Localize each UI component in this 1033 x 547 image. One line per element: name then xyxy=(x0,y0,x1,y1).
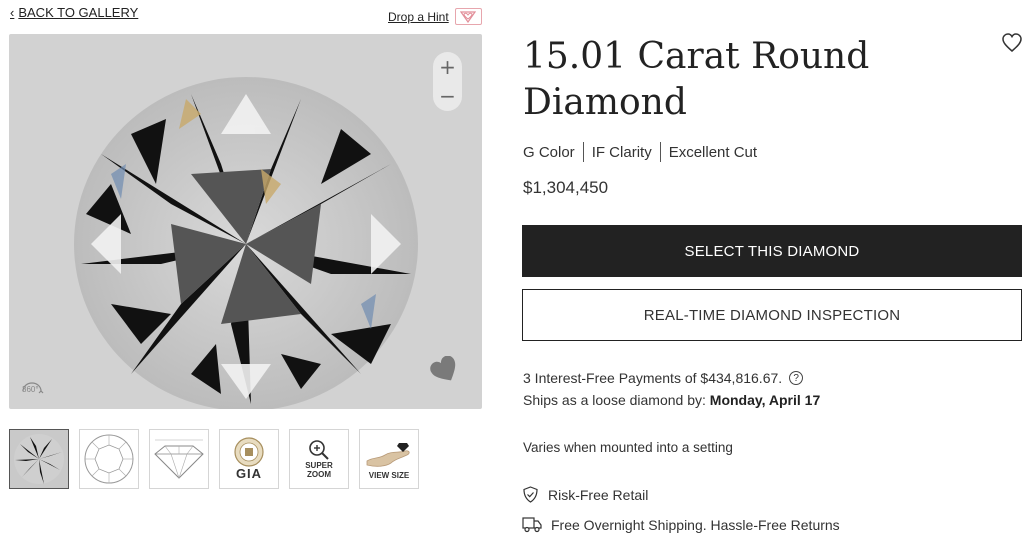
ship-date-value: Monday, April 17 xyxy=(709,392,821,408)
setting-note: Varies when mounted into a setting xyxy=(523,440,733,455)
zoom-in-button[interactable]: + xyxy=(439,57,456,77)
thumbnail-gia-certificate[interactable]: GIA xyxy=(219,429,279,489)
spec-color: G Color xyxy=(523,143,575,161)
feature-free-shipping-label: Free Overnight Shipping. Hassle-Free Ret… xyxy=(551,516,840,533)
feature-risk-free-label: Risk-Free Retail xyxy=(548,486,649,503)
zoom-control: + − xyxy=(433,52,462,111)
spec-divider xyxy=(582,142,584,162)
gia-label: GIA xyxy=(235,466,263,481)
thumbnail-view-size[interactable]: VIEW SIZE xyxy=(359,429,419,489)
thumbnail-super-zoom[interactable]: SUPER ZOOM xyxy=(289,429,349,489)
thumbnail-diamond-photo[interactable] xyxy=(9,429,69,489)
shield-check-icon xyxy=(523,486,538,503)
payment-plan: 3 Interest-Free Payments of $434,816.67.… xyxy=(523,370,804,386)
back-to-gallery-label: BACK TO GALLERY xyxy=(18,5,139,20)
ship-date: Ships as a loose diamond by: Monday, Apr… xyxy=(523,392,820,408)
zoom-magnifier-icon xyxy=(309,440,329,460)
feature-risk-free: Risk-Free Retail xyxy=(522,486,648,503)
product-price: $1,304,450 xyxy=(523,178,609,197)
payment-plan-text: 3 Interest-Free Payments of $434,816.67. xyxy=(523,370,783,386)
drop-a-hint-link[interactable]: Drop a Hint xyxy=(388,8,482,25)
rotate-360-icon[interactable]: 360° xyxy=(19,377,45,401)
thumbnail-top-diagram[interactable] xyxy=(79,429,139,489)
super-zoom-line2: ZOOM xyxy=(307,470,331,479)
diamond-image xyxy=(74,77,418,409)
svg-text:360°: 360° xyxy=(22,385,39,394)
ship-date-prefix: Ships as a loose diamond by: xyxy=(523,392,706,408)
feature-free-shipping: Free Overnight Shipping. Hassle-Free Ret… xyxy=(522,516,840,533)
super-zoom-line1: SUPER xyxy=(305,461,333,470)
diamond-thumbnail-icon xyxy=(14,434,64,484)
diamond-specs: G Color IF Clarity Excellent Cut xyxy=(523,142,757,162)
spec-divider xyxy=(659,142,661,162)
drop-a-hint-label: Drop a Hint xyxy=(388,9,449,24)
heart-icon[interactable] xyxy=(430,356,460,384)
help-question-icon[interactable]: ? xyxy=(789,371,804,385)
thumbnail-strip: GIA SUPER ZOOM VIEW SIZE xyxy=(9,429,419,489)
select-diamond-button[interactable]: SELECT THIS DIAMOND xyxy=(522,225,1022,277)
truck-icon xyxy=(522,517,542,533)
heart-hint-icon xyxy=(454,8,482,25)
diamond-profile-icon xyxy=(154,439,204,479)
product-title: 15.01 Carat Round Diamond xyxy=(523,36,870,123)
zoom-out-button[interactable]: − xyxy=(439,86,456,106)
hand-diamond-icon xyxy=(366,442,410,467)
spec-clarity: IF Clarity xyxy=(591,143,652,161)
back-to-gallery-link[interactable]: ‹ BACK TO GALLERY xyxy=(10,5,138,20)
wishlist-heart-icon[interactable] xyxy=(1001,33,1023,53)
chevron-left-icon: ‹ xyxy=(10,5,15,20)
view-size-label: VIEW SIZE xyxy=(368,470,410,480)
thumbnail-profile-diagram[interactable] xyxy=(149,429,209,489)
diamond-inspection-button[interactable]: REAL-TIME DIAMOND INSPECTION xyxy=(522,289,1022,341)
gia-seal-icon xyxy=(234,437,264,467)
diamond-top-view-icon xyxy=(84,434,134,484)
spec-cut: Excellent Cut xyxy=(668,143,758,161)
diamond-viewer[interactable]: + − 360° xyxy=(9,34,482,409)
